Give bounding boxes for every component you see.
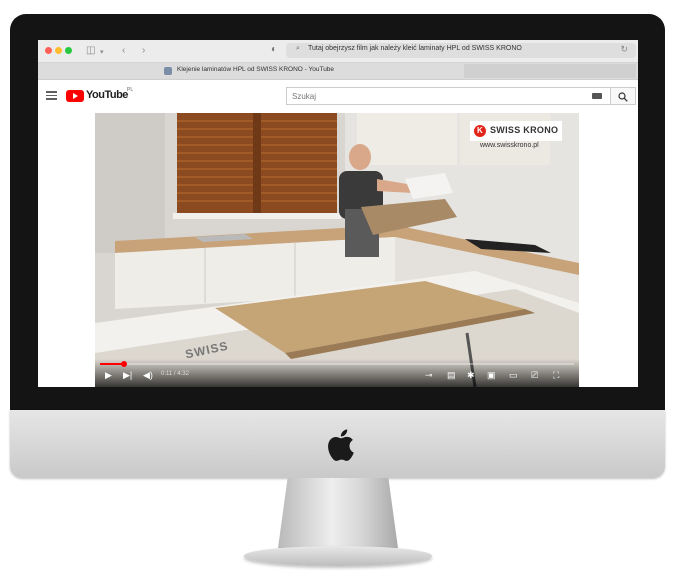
imac-stand-foot bbox=[244, 546, 432, 566]
close-window-button[interactable] bbox=[45, 47, 52, 54]
address-bar[interactable]: ⌕ Tutaj obejrzysz film jak należy kleić … bbox=[286, 43, 636, 58]
screen: ◫ ▾ ‹ › ◐ ⌕ Tutaj obejrzysz film jak nal… bbox=[38, 40, 638, 387]
minimize-window-button[interactable] bbox=[55, 47, 62, 54]
address-text: Tutaj obejrzysz film jak należy kleić la… bbox=[308, 45, 522, 52]
cast-icon[interactable]: ⎚ bbox=[531, 370, 538, 380]
tab-title: Klejenie laminatów HPL od SWISS KRONO - … bbox=[177, 66, 335, 73]
chevron-down-icon[interactable]: ▾ bbox=[100, 46, 104, 60]
settings-icon[interactable]: ✱ bbox=[467, 370, 475, 380]
theater-icon[interactable]: ▭ bbox=[509, 370, 518, 380]
youtube-logo-text: YouTube bbox=[86, 89, 128, 101]
progress-bar[interactable] bbox=[100, 361, 574, 367]
search-input[interactable] bbox=[292, 90, 582, 102]
imac-stand bbox=[278, 478, 398, 548]
youtube-region: PL bbox=[127, 87, 134, 93]
brand-url: www.swisskrono.pl bbox=[480, 142, 539, 149]
tab-youtube[interactable]: Klejenie laminatów HPL od SWISS KRONO - … bbox=[146, 64, 464, 78]
tab-bar: Klejenie laminatów HPL od SWISS KRONO - … bbox=[38, 63, 638, 80]
brand-watermark: SWISS KRONO bbox=[470, 121, 562, 141]
time-display: 0:11 / 4:32 bbox=[161, 371, 189, 377]
apple-logo-icon bbox=[328, 429, 354, 461]
autoplay-icon[interactable]: ⊸ bbox=[425, 370, 433, 380]
search-box bbox=[286, 87, 611, 105]
search-icon bbox=[618, 92, 628, 102]
play-icon[interactable]: ▶ bbox=[105, 370, 112, 380]
video-player[interactable]: SWISS KRONO www.swisskrono.pl SWISS ▶ ▶|… bbox=[95, 113, 579, 387]
zoom-window-button[interactable] bbox=[65, 47, 72, 54]
forward-button[interactable]: › bbox=[142, 44, 145, 58]
back-button[interactable]: ‹ bbox=[122, 44, 125, 58]
next-icon[interactable]: ▶| bbox=[123, 370, 132, 380]
hamburger-icon[interactable] bbox=[46, 91, 57, 100]
search-icon: ⌕ bbox=[296, 45, 300, 52]
player-controls: ▶ ▶| ◀) 0:11 / 4:32 ⊸ ▤ ✱ ▣ ▭ ⎚ ⛶ bbox=[95, 359, 579, 387]
tab-favicon-icon bbox=[164, 67, 172, 75]
tab-empty[interactable] bbox=[464, 64, 636, 78]
browser-toolbar: ◫ ▾ ‹ › ◐ ⌕ Tutaj obejrzysz film jak nal… bbox=[38, 40, 638, 63]
sidebar-toggle-icon[interactable]: ◫ bbox=[86, 44, 95, 58]
reload-icon[interactable]: ↻ bbox=[620, 44, 628, 55]
volume-icon[interactable]: ◀) bbox=[143, 370, 153, 380]
subtitles-icon[interactable]: ▤ bbox=[447, 370, 456, 380]
progress-knob[interactable] bbox=[120, 361, 127, 367]
search-button[interactable] bbox=[611, 87, 636, 105]
keyboard-icon[interactable] bbox=[592, 93, 602, 99]
miniplayer-icon[interactable]: ▣ bbox=[487, 370, 496, 380]
youtube-header: YouTube PL bbox=[38, 80, 638, 112]
brand-logo-icon bbox=[474, 125, 486, 137]
fullscreen-icon[interactable]: ⛶ bbox=[553, 370, 559, 380]
privacy-shield-icon[interactable]: ◐ bbox=[271, 44, 277, 55]
video-frame bbox=[95, 113, 579, 387]
youtube-play-icon bbox=[66, 90, 84, 102]
brand-name: SWISS KRONO bbox=[490, 125, 559, 135]
